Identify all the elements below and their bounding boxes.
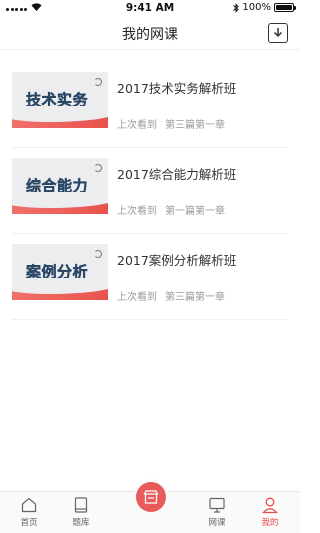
course-list: 技术实务 注册消防工程师资格考试 2017技术实务解析班 上次看到第三篇第一章 … [12, 62, 288, 320]
tab-home[interactable]: 首页 [9, 496, 49, 528]
course-thumbnail: 案例分析 注册消防工程师资格考试 [12, 244, 108, 300]
status-right: 100% [233, 2, 296, 13]
last-viewed-label: 上次看到 [117, 292, 157, 303]
home-icon [21, 497, 37, 513]
tab-online-course[interactable]: 网课 [197, 496, 237, 528]
thumbnail-wave [12, 192, 108, 214]
tab-mine[interactable]: 我的 [250, 496, 290, 528]
monitor-icon [209, 497, 225, 513]
last-viewed-label: 上次看到 [117, 206, 157, 217]
nav-bar: 我的网课 [0, 18, 300, 50]
tab-question-bank[interactable]: 题库 [61, 496, 101, 528]
tab-label: 网课 [208, 518, 226, 528]
thumbnail-wave [12, 278, 108, 300]
course-thumbnail: 综合能力 注册消防工程师资格考试 [12, 158, 108, 214]
course-item[interactable]: 案例分析 注册消防工程师资格考试 2017案例分析解析班 上次看到第三篇第一章 [12, 234, 288, 320]
tab-label: 首页 [20, 518, 38, 528]
decoration-icon [94, 78, 102, 86]
decoration-icon [94, 164, 102, 172]
course-name: 2017综合能力解析班 [117, 167, 237, 182]
store-icon [143, 490, 159, 504]
tab-label: 题库 [72, 518, 90, 528]
course-progress: 上次看到 第一篇第一章 [117, 202, 225, 217]
thumbnail-wave [12, 106, 108, 128]
decoration-icon [94, 250, 102, 258]
course-item[interactable]: 综合能力 注册消防工程师资格考试 2017综合能力解析班 上次看到第一篇第一章 [12, 148, 288, 234]
center-store-button[interactable] [136, 482, 166, 512]
course-name: 2017技术实务解析班 [117, 81, 237, 96]
last-viewed-label: 上次看到 [117, 120, 157, 131]
last-viewed-chapter: 第一篇第一章 [165, 206, 225, 217]
course-progress: 上次看到 第三篇第一章 [117, 116, 225, 131]
download-icon [273, 28, 283, 38]
download-button[interactable] [268, 23, 288, 43]
page-title: 我的网课 [122, 27, 178, 43]
course-thumbnail: 技术实务 注册消防工程师资格考试 [12, 72, 108, 128]
course-item[interactable]: 技术实务 注册消防工程师资格考试 2017技术实务解析班 上次看到第三篇第一章 [12, 62, 288, 148]
tab-label: 我的 [261, 518, 279, 528]
tab-bar: 首页 题库 网课 我的 [0, 482, 300, 533]
user-icon [262, 497, 278, 514]
course-name: 2017案例分析解析班 [117, 253, 237, 268]
status-bar: 9:41 AM 100% [0, 0, 300, 18]
last-viewed-chapter: 第三篇第一章 [165, 120, 225, 131]
course-progress: 上次看到 第三篇第一章 [117, 288, 225, 303]
battery-icon [274, 3, 296, 12]
bluetooth-icon [233, 2, 240, 13]
battery-percent: 100% [242, 2, 271, 13]
book-icon [74, 497, 88, 513]
last-viewed-chapter: 第三篇第一章 [165, 292, 225, 303]
